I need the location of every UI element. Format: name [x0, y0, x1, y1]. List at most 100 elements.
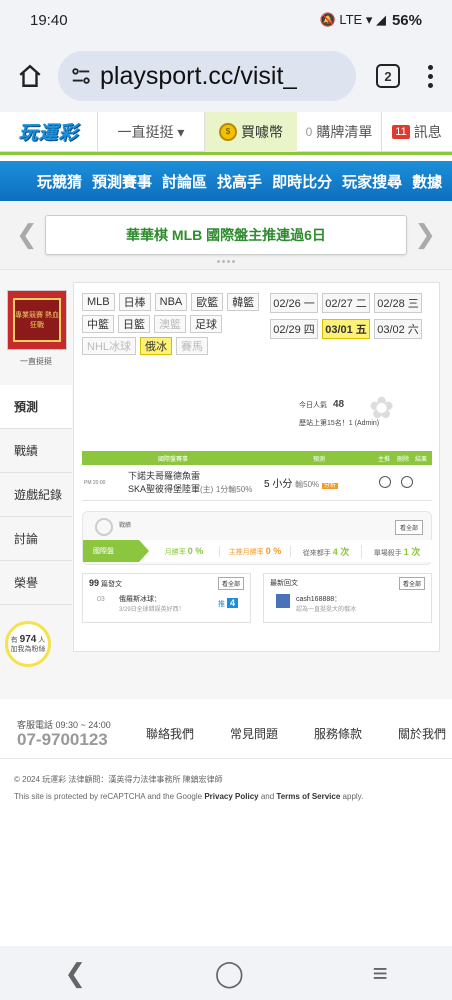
stat-main-win: 主推月勝率 0 %	[220, 545, 291, 557]
user-menu-dropdown[interactable]: 一直挺挺 ▾	[97, 111, 205, 152]
replies-header: 最新回文	[270, 580, 298, 587]
battery-level: 56%	[391, 11, 422, 29]
avatar[interactable]: 專業競賽 熱血狂戰	[7, 290, 67, 350]
league-tag-mlb[interactable]: MLB	[82, 293, 115, 311]
league-tag-npb[interactable]: 日棒	[118, 293, 151, 311]
recommend-label: 推	[218, 601, 226, 608]
fan-count: 974	[19, 633, 37, 645]
recaptcha-text: This site is protected by reCAPTCHA and …	[14, 792, 203, 801]
browser-toolbar: playsport.cc/visit_ 2	[0, 40, 452, 112]
date-0226[interactable]: 02/26 一	[270, 293, 318, 313]
date-0227[interactable]: 02/27 二	[322, 293, 370, 313]
messages-label: 訊息	[413, 123, 442, 140]
copyright-text: © 2024 玩運彩 法律顧問：漢英得力法律事務所 陳鎮宏律師	[14, 775, 223, 784]
home-circle-icon[interactable]: ◯	[215, 958, 244, 989]
analysis-badge[interactable]: 分析	[321, 483, 338, 489]
profile-sidebar: 專業競賽 熱血狂戰 一直挺挺 預測 戰績 遊戲紀錄 討論 榮譽 有 974 人 …	[0, 282, 72, 667]
sidebar-item-game-history[interactable]: 遊戲紀錄	[0, 473, 72, 517]
league-tag-japan-basketball[interactable]: 日籃	[118, 315, 150, 333]
popularity-value: 48	[333, 399, 345, 410]
main-pick-radio[interactable]	[379, 475, 391, 488]
league-tag-china-basketball[interactable]: 中籃	[82, 315, 114, 333]
site-logo[interactable]: 玩運彩	[0, 112, 97, 152]
chevron-left-icon[interactable]: ❮	[16, 219, 38, 250]
recents-menu-icon[interactable]: ≡	[373, 958, 388, 989]
stats-view-all-button[interactable]: 看全部	[394, 520, 423, 535]
nav-item-experts[interactable]: 找高手	[217, 171, 262, 192]
prediction-table: 國際盤賽事 預測 主推 刪除 結果 PM 20:00 下諾夫哥羅德魚雷 SKA聖…	[82, 451, 432, 501]
sidebar-item-honors[interactable]: 榮譽	[0, 561, 72, 605]
terms-of-service-link[interactable]: Terms of Service	[276, 792, 340, 801]
reply-text: 認為一直挺挺大的俄冰	[296, 607, 357, 613]
home-icon[interactable]	[12, 58, 48, 94]
date-0229[interactable]: 02/29 四	[270, 319, 318, 339]
footer-link-terms[interactable]: 服務條款	[314, 725, 362, 742]
replies-view-all-button[interactable]: 看全部	[398, 577, 425, 590]
delete-radio[interactable]	[401, 475, 413, 488]
nav-item-forum[interactable]: 討論區	[162, 171, 207, 192]
date-0301[interactable]: 03/01 五	[322, 319, 370, 339]
address-bar[interactable]: playsport.cc/visit_	[58, 51, 356, 101]
reply-user-avatar[interactable]	[276, 594, 290, 608]
nav-item-data[interactable]: 數據	[412, 171, 442, 192]
chevron-right-icon[interactable]: ❯	[414, 219, 436, 250]
buy-coins-label: 買噱幣	[241, 123, 283, 140]
sidebar-item-predict[interactable]: 預測	[0, 385, 72, 429]
coin-icon: $	[219, 122, 237, 141]
site-header: 玩運彩 一直挺挺 ▾ $ 買噱幣 0 購牌清單 11 訊息	[0, 111, 452, 152]
nav-item-player-search[interactable]: 玩家搜尋	[342, 171, 402, 192]
pick-detail: 輸50%	[295, 480, 320, 489]
date-0228[interactable]: 02/28 三	[374, 293, 422, 313]
stat-single-value: 1 次	[403, 546, 421, 557]
league-tag-khl[interactable]: 俄冰	[140, 337, 173, 355]
date-0302[interactable]: 03/02 六	[374, 319, 422, 339]
sidebar-item-record[interactable]: 戰績	[0, 429, 72, 473]
posts-header: 99 篇發文	[89, 578, 122, 589]
today-popularity: 今日人氣 48	[299, 399, 344, 410]
post-title-link[interactable]: 俄羅斯冰球：	[119, 594, 161, 604]
buy-coins-button[interactable]: $ 買噱幣	[205, 111, 297, 152]
league-tag-korea-basketball[interactable]: 韓籃	[227, 293, 260, 311]
site-settings-icon[interactable]	[70, 65, 92, 87]
stats-box: 戰績 看全部 國際盤 月勝率 0 % 主推月勝率 0 % 從來都手 4 次 單場…	[82, 511, 432, 565]
league-tag-nba[interactable]: NBA	[154, 293, 188, 311]
logo-text: 玩運彩	[18, 123, 79, 144]
col-header-pick: 預測	[312, 456, 325, 463]
messages-button[interactable]: 11 訊息	[382, 122, 452, 142]
privacy-policy-link[interactable]: Privacy Policy	[204, 792, 258, 801]
col-header-main: 主推	[377, 456, 390, 463]
stats-category-label: 國際盤	[83, 540, 149, 562]
replies-box: 最新回文 看全部 cash168888： 認為一直挺挺大的俄冰	[263, 573, 432, 623]
back-icon[interactable]: ❮	[64, 958, 86, 989]
game-team-2-line: SKA聖彼得堡陸軍(主) 1分輸50%	[128, 483, 264, 496]
footer-link-about[interactable]: 關於我們	[398, 725, 446, 742]
fan-count-bubble[interactable]: 有 974 人 加我為粉絲	[5, 621, 51, 667]
prediction-table-header: 國際盤賽事 預測 主推 刪除 結果	[82, 451, 432, 465]
prediction-pick: 5 小分 輸50% 分析	[264, 475, 374, 490]
purchase-list-button[interactable]: 0 購牌清單	[297, 111, 382, 152]
table-row: PM 20:00 下諾夫哥羅德魚雷 SKA聖彼得堡陸軍(主) 1分輸50% 5 …	[82, 465, 432, 501]
nav-item-guess[interactable]: 玩競猜	[37, 171, 82, 192]
footer-link-faq[interactable]: 常見問題	[230, 725, 278, 742]
nav-item-predict[interactable]: 預測賽事	[92, 171, 152, 192]
sidebar-item-discussion[interactable]: 討論	[0, 517, 72, 561]
reply-username[interactable]: cash168888：	[296, 594, 341, 604]
stats-icon	[95, 518, 113, 536]
fan-count-line: 有 974 人	[11, 634, 46, 646]
footer-divider	[0, 758, 452, 759]
league-tag-euro-basketball[interactable]: 歐籃	[191, 293, 224, 311]
ticker-message[interactable]: 華華棋 MLB 國際盤主推連過6日	[45, 215, 407, 255]
league-tag-soccer[interactable]: 足球	[190, 315, 222, 333]
nav-item-livescore[interactable]: 即時比分	[272, 171, 332, 192]
stat-month-win-label: 月勝率	[164, 548, 186, 556]
tab-switcher-button[interactable]: 2	[376, 64, 400, 88]
game-team-1: 下諾夫哥羅德魚雷	[128, 470, 201, 481]
add-fan-label: 加我為粉絲	[10, 645, 46, 653]
status-time: 19:40	[30, 11, 68, 29]
more-menu-icon[interactable]	[420, 64, 440, 88]
service-phone[interactable]: 07-9700123	[17, 730, 108, 750]
footer-link-contact[interactable]: 聯絡我們	[146, 725, 194, 742]
stat-streak-value: 4 次	[332, 546, 350, 557]
recommend-value: 4	[226, 598, 238, 608]
posts-view-all-button[interactable]: 看全部	[217, 577, 244, 590]
